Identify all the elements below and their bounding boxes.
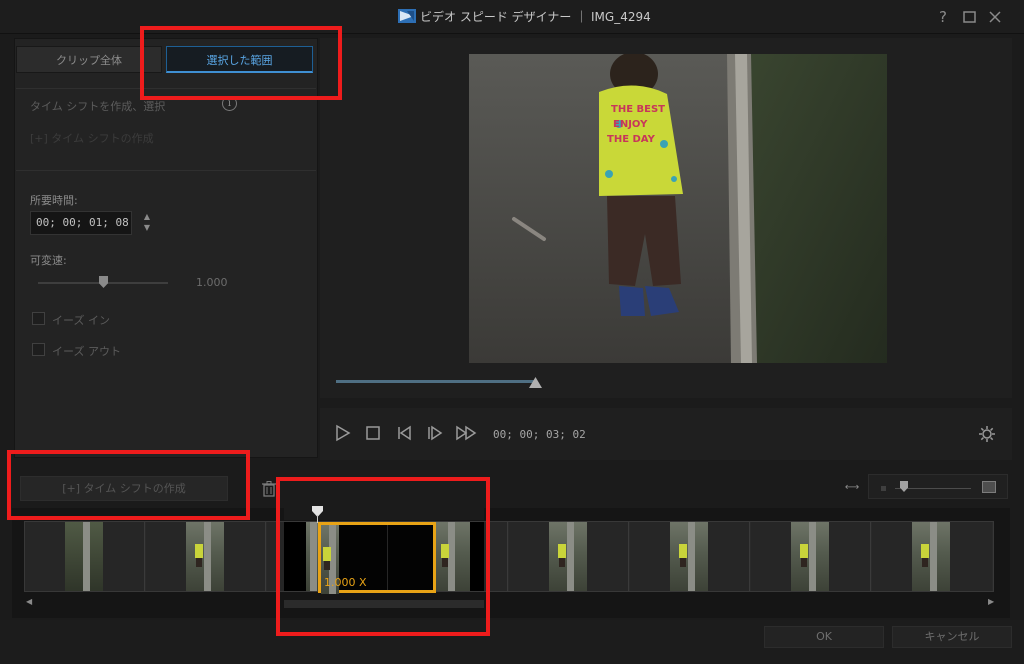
scroll-right-icon[interactable]: ▶ [988, 597, 994, 606]
frame-thumbnail [186, 522, 224, 591]
maximize-icon [963, 11, 976, 23]
zoom-out-icon[interactable] [881, 486, 886, 491]
app-logo-icon [398, 9, 416, 23]
filmstrip-frame [146, 522, 266, 591]
filmstrip-frame [630, 522, 750, 591]
duration-stepper[interactable]: ▲ ▼ [140, 211, 154, 235]
filmstrip-frame [25, 522, 145, 591]
frame-thumbnail [670, 522, 708, 591]
annotation-highlight-tab [140, 26, 342, 100]
annotation-highlight-create-button [7, 450, 250, 520]
filmstrip-frame [872, 522, 992, 591]
next-frame-icon[interactable] [425, 424, 443, 442]
frame-thumbnail [549, 522, 587, 591]
stepper-up-icon[interactable]: ▲ [140, 211, 154, 222]
fast-forward-icon[interactable] [455, 424, 477, 442]
video-preview: THE BEST ENJOY THE DAY [469, 54, 887, 363]
help-button[interactable]: ? [934, 8, 952, 26]
divider [16, 170, 316, 171]
settings-gear-icon[interactable] [978, 425, 996, 443]
cancel-button[interactable]: キャンセル [892, 626, 1012, 648]
ease-in-checkbox[interactable] [32, 312, 45, 325]
timecode-display: 00; 00; 03; 02 [493, 428, 586, 441]
play-icon[interactable] [333, 424, 351, 442]
frame-thumbnail [65, 522, 103, 591]
speed-value: 1.000 [196, 276, 228, 289]
fit-to-timeline-icon[interactable]: ⟷ [842, 482, 860, 494]
duration-label: 所要時間: [30, 194, 78, 207]
playback-controls [320, 408, 1012, 460]
ease-in-label: イーズ イン [52, 314, 110, 327]
variable-speed-label: 可変速: [30, 254, 67, 267]
filmstrip-frame [509, 522, 629, 591]
svg-text:ENJOY: ENJOY [613, 119, 648, 130]
frame-thumbnail [791, 522, 829, 591]
video-frame-image: THE BEST ENJOY THE DAY [469, 54, 887, 363]
close-button[interactable] [986, 8, 1004, 26]
svg-text:THE BEST: THE BEST [611, 104, 665, 115]
maximize-button[interactable] [960, 8, 978, 26]
create-time-shift-button-disabled: [+] タイム シフトの作成 [30, 132, 154, 145]
preview-progress-bar[interactable] [336, 380, 536, 383]
timeline-scrollbar[interactable] [24, 596, 996, 610]
previous-frame-icon[interactable] [395, 424, 413, 442]
close-icon [989, 11, 1001, 23]
stop-icon[interactable] [364, 424, 382, 442]
stepper-down-icon[interactable]: ▼ [140, 222, 154, 233]
clip-filmstrip[interactable] [24, 521, 994, 592]
ease-out-label: イーズ アウト [52, 345, 121, 358]
filmstrip-frame [751, 522, 871, 591]
duration-field[interactable]: 00; 00; 01; 08 [30, 211, 132, 235]
frame-thumbnail [912, 522, 950, 591]
window-title: ビデオ スピード デザイナー ｜ IMG_4294 [420, 10, 651, 24]
time-shift-heading: タイム シフトを作成、選択 [30, 100, 166, 113]
ok-button[interactable]: OK [764, 626, 884, 648]
ease-out-checkbox[interactable] [32, 343, 45, 356]
trash-icon[interactable] [262, 481, 276, 497]
annotation-highlight-timeline [276, 477, 490, 636]
zoom-in-icon[interactable] [982, 481, 996, 493]
svg-text:THE DAY: THE DAY [607, 134, 656, 145]
scroll-left-icon[interactable]: ◀ [26, 597, 32, 606]
